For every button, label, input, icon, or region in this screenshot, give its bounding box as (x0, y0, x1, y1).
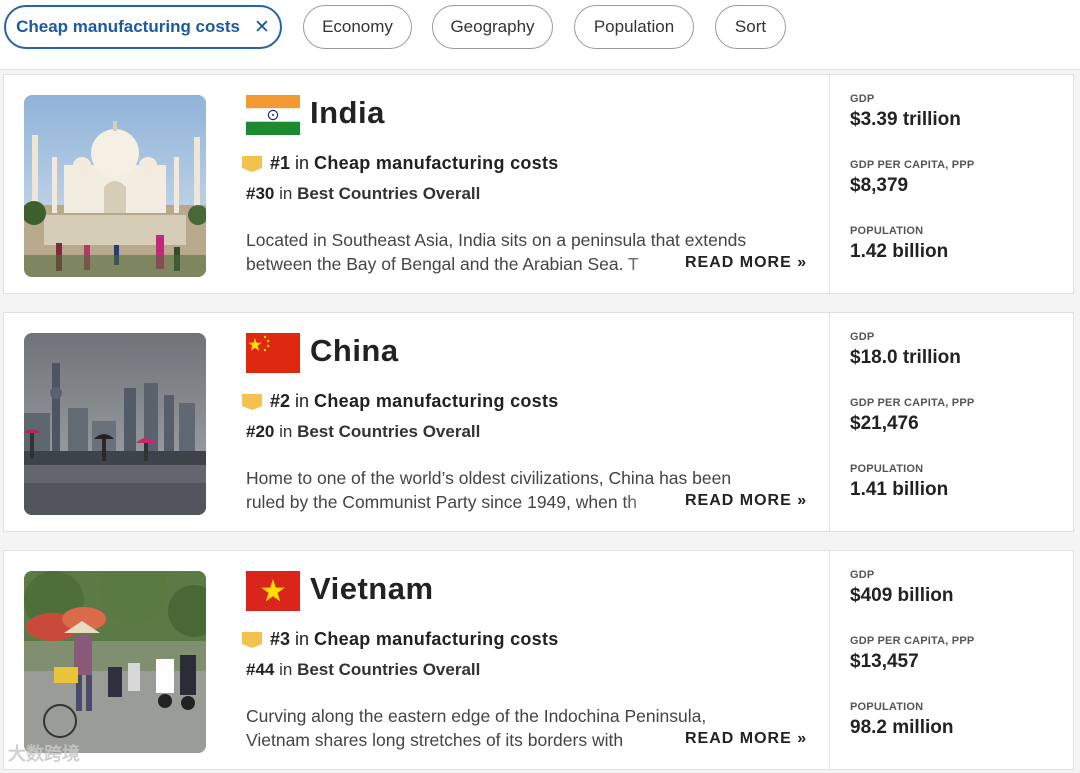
read-more-link[interactable]: READ MORE » (685, 492, 807, 510)
overall-rank-label: Best Countries Overall (297, 422, 481, 441)
overall-rank: #44 in Best Countries Overall (246, 660, 480, 680)
description-line-1: Located in Southeast Asia, India sits on… (246, 230, 747, 250)
sort-button[interactable]: Sort (715, 5, 786, 49)
gdp-per-capita-value: $8,379 (850, 175, 909, 196)
rank-in-text: in (295, 391, 310, 411)
overall-rank-label: Best Countries Overall (297, 660, 481, 679)
description-line-1: Curving along the eastern edge of the In… (246, 706, 707, 726)
rank-number: #2 (270, 391, 291, 411)
filter-chip-geography[interactable]: Geography (432, 5, 553, 49)
gdp-per-capita-label: GDP PER CAPITA, PPP (850, 635, 975, 647)
overall-rank-number: #44 (246, 660, 275, 679)
country-card-vietnam[interactable]: Vietnam #3 in Cheap manufacturing costs … (3, 550, 1074, 770)
ribbon-icon (242, 393, 262, 410)
category-rank: #1 in Cheap manufacturing costs (242, 153, 559, 174)
overall-rank: #30 in Best Countries Overall (246, 184, 480, 204)
country-photo[interactable] (24, 95, 206, 277)
population-value: 1.41 billion (850, 479, 949, 500)
china-flag-icon (246, 333, 300, 373)
country-name[interactable]: China (310, 333, 399, 369)
category-name: Cheap manufacturing costs (314, 629, 559, 649)
description-line-2: ruled by the Communist Party since 1949,… (246, 492, 638, 512)
description-line-2: Vietnam shares long stretches of its bor… (246, 730, 624, 750)
ribbon-icon (242, 155, 262, 172)
overall-rank-number: #30 (246, 184, 275, 203)
overall-rank-in-text: in (279, 660, 293, 679)
category-rank: #2 in Cheap manufacturing costs (242, 391, 559, 412)
read-more-link[interactable]: READ MORE » (685, 730, 807, 748)
filter-chip-cheap-manufacturing[interactable]: Cheap manufacturing costs ✕ (4, 5, 282, 49)
filter-bar: Cheap manufacturing costs ✕ Economy Geog… (0, 0, 1080, 70)
vietnam-flag-icon (246, 571, 300, 611)
rank-in-text: in (295, 629, 310, 649)
category-name: Cheap manufacturing costs (314, 153, 559, 173)
gdp-per-capita-value: $13,457 (850, 651, 919, 672)
overall-rank-in-text: in (279, 184, 293, 203)
filter-chip-population[interactable]: Population (574, 5, 694, 49)
country-card-india[interactable]: India #1 in Cheap manufacturing costs #3… (3, 74, 1074, 294)
country-stats: GDP $3.39 trillion GDP PER CAPITA, PPP $… (850, 93, 974, 291)
gdp-label: GDP (850, 331, 875, 343)
population-label: POPULATION (850, 701, 924, 713)
gdp-per-capita-label: GDP PER CAPITA, PPP (850, 397, 975, 409)
rank-number: #1 (270, 153, 291, 173)
country-name[interactable]: India (310, 95, 385, 131)
rank-number: #3 (270, 629, 291, 649)
read-more-link[interactable]: READ MORE » (685, 254, 807, 272)
population-value: 98.2 million (850, 717, 954, 738)
description-line-1: Home to one of the world’s oldest civili… (246, 468, 732, 488)
watermark: 大数跨境 (8, 744, 80, 764)
country-card-china[interactable]: China #2 in Cheap manufacturing costs #2… (3, 312, 1074, 532)
rank-in-text: in (295, 153, 310, 173)
ribbon-icon (242, 631, 262, 648)
country-photo[interactable] (24, 571, 206, 753)
overall-rank: #20 in Best Countries Overall (246, 422, 480, 442)
country-name[interactable]: Vietnam (310, 571, 434, 607)
close-icon[interactable]: ✕ (254, 16, 270, 39)
gdp-value: $409 billion (850, 585, 954, 606)
gdp-value: $3.39 trillion (850, 109, 961, 130)
overall-rank-in-text: in (279, 422, 293, 441)
gdp-value: $18.0 trillion (850, 347, 961, 368)
card-divider (829, 551, 830, 769)
card-divider (829, 313, 830, 531)
country-stats: GDP $18.0 trillion GDP PER CAPITA, PPP $… (850, 331, 974, 529)
country-stats: GDP $409 billion GDP PER CAPITA, PPP $13… (850, 569, 974, 767)
india-flag-icon (246, 95, 300, 135)
category-name: Cheap manufacturing costs (314, 391, 559, 411)
description-line-2: between the Bay of Bengal and the Arabia… (246, 254, 639, 274)
population-label: POPULATION (850, 463, 924, 475)
category-rank: #3 in Cheap manufacturing costs (242, 629, 559, 650)
gdp-per-capita-value: $21,476 (850, 413, 919, 434)
population-label: POPULATION (850, 225, 924, 237)
overall-rank-number: #20 (246, 422, 275, 441)
country-photo[interactable] (24, 333, 206, 515)
filter-chip-label: Cheap manufacturing costs (16, 17, 240, 36)
gdp-per-capita-label: GDP PER CAPITA, PPP (850, 159, 975, 171)
gdp-label: GDP (850, 93, 875, 105)
gdp-label: GDP (850, 569, 875, 581)
card-divider (829, 75, 830, 293)
overall-rank-label: Best Countries Overall (297, 184, 481, 203)
filter-chip-economy[interactable]: Economy (303, 5, 412, 49)
population-value: 1.42 billion (850, 241, 949, 262)
